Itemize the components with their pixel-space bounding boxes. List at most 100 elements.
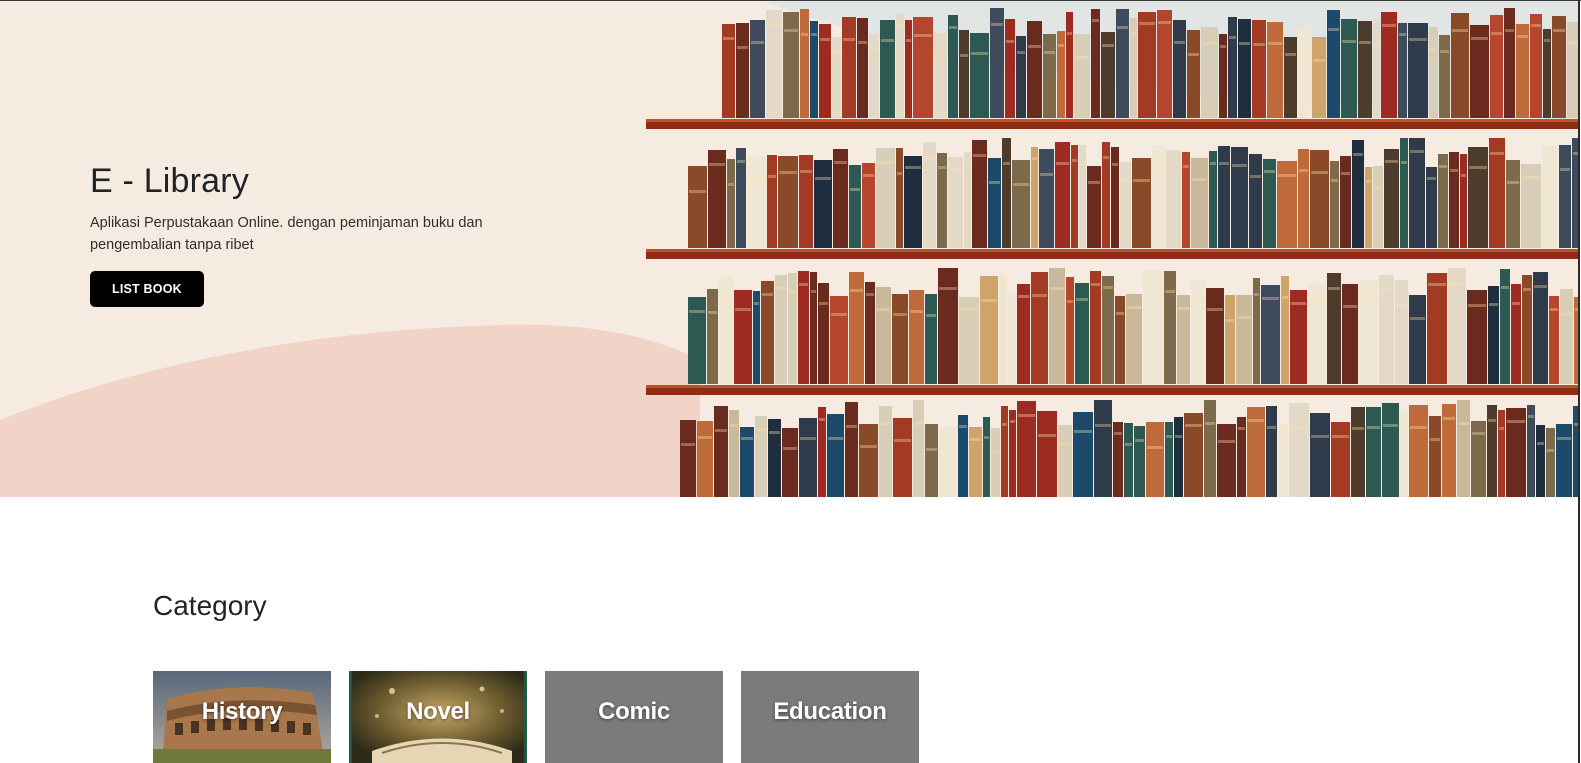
book-spine [1134,426,1145,497]
book-spine [1298,149,1309,248]
hero-section: E - Library Aplikasi Perpustakaan Online… [0,0,1578,497]
book-spine [1091,9,1100,118]
book-spine-band [1537,442,1544,445]
book-spine [1166,150,1181,248]
book-spine-band [1290,426,1308,429]
book-spine [893,418,912,497]
book-spine-band [819,302,828,305]
book-spine-band [831,313,847,316]
book-spine [1191,158,1208,248]
book-spine [1120,162,1131,248]
shelf-plank-edge [646,249,1578,252]
category-card-novel[interactable]: Novel [349,671,527,763]
book-spine-band [905,166,921,169]
book-spine-band [1067,32,1072,35]
book-spine [1359,280,1378,384]
book-spine-band [1229,36,1236,39]
book-spine [1352,140,1364,248]
book-spine-band [897,172,902,175]
window-top-border [0,0,1581,1]
book-spine [939,426,957,497]
book-spine-band [1468,304,1486,307]
book-spine [1342,284,1358,384]
category-card-education[interactable]: Education [741,671,919,763]
book-spine-band [698,436,712,439]
book-spine-band [730,424,738,427]
book-spine [1225,295,1235,384]
book-spine [736,23,749,118]
book-spine-band [935,49,946,52]
book-spine-band [1219,162,1229,165]
book-spine-band [959,425,967,428]
book-spine-band [1238,427,1245,430]
book-spine [1533,272,1548,384]
book-spine-band [834,161,847,164]
book-spine [1090,271,1101,384]
book-spine-band [1080,162,1085,165]
book-spine [1366,407,1381,497]
book-spine-band [1410,150,1424,153]
book-spine-band [748,176,765,179]
book-spine-band [779,171,797,174]
book-spine-band [1543,161,1557,164]
book-spine-band [1291,302,1306,305]
book-spine [1228,17,1237,118]
book-spine [827,414,844,497]
book-spine [1017,284,1030,384]
book-spine-band [971,52,988,55]
book-spine-band [1374,43,1379,46]
book-spine-band [1299,52,1310,55]
book-spine-band [1207,308,1223,311]
book-spine [747,156,766,248]
book-spine-band [1461,174,1466,177]
book-spine-band [881,39,894,42]
book-spine-band [1044,51,1055,54]
book-spine-band [1188,53,1199,56]
book-spine [1002,138,1011,248]
book-spine-band [989,181,1000,184]
book-spine [865,282,875,384]
book-spine [1143,270,1163,384]
shelf-plank-edge [646,385,1578,388]
book-spine [1249,154,1262,248]
book-spine [1365,167,1372,248]
book-spine [783,12,799,118]
book-spine-band [970,438,981,441]
book-spine-band [1237,316,1251,319]
book-spine [1511,284,1521,384]
book-spine-band [1409,38,1427,41]
book-spine [1031,272,1048,384]
category-label-history: History [201,698,283,725]
book-spine [905,20,912,118]
book-spine [1005,19,1015,118]
book-spine [1073,412,1093,497]
book-spine [1174,417,1183,497]
book-spine [1252,20,1266,118]
book-spine-band [1076,298,1088,301]
book-spine-band [1248,419,1264,422]
book-spine [1310,150,1329,248]
book-spine [1546,428,1555,497]
book-spine [880,20,895,118]
book-spine [1087,166,1101,248]
book-spine [1504,8,1515,118]
category-label-education: Education [773,698,887,725]
book-spine-band [799,283,808,286]
book-spine-band [910,310,923,313]
book-spine-band [1331,179,1338,182]
book-spine-band [1458,422,1469,425]
book-spine-band [981,299,997,302]
category-card-comic[interactable]: Comic [545,671,723,763]
book-spine-band [1268,42,1282,45]
book-spine [1381,12,1397,118]
category-card-history[interactable]: History [153,671,331,763]
book-spine [1218,146,1230,248]
book-spine-band [1018,414,1035,417]
list-book-button[interactable]: LIST BOOK [90,271,204,307]
book-spine-band [973,154,986,157]
book-spine [892,294,908,384]
book-spine [1201,27,1218,118]
book-spine [832,37,841,118]
book-spine-band [681,443,695,446]
book-spine-band [1226,319,1234,322]
